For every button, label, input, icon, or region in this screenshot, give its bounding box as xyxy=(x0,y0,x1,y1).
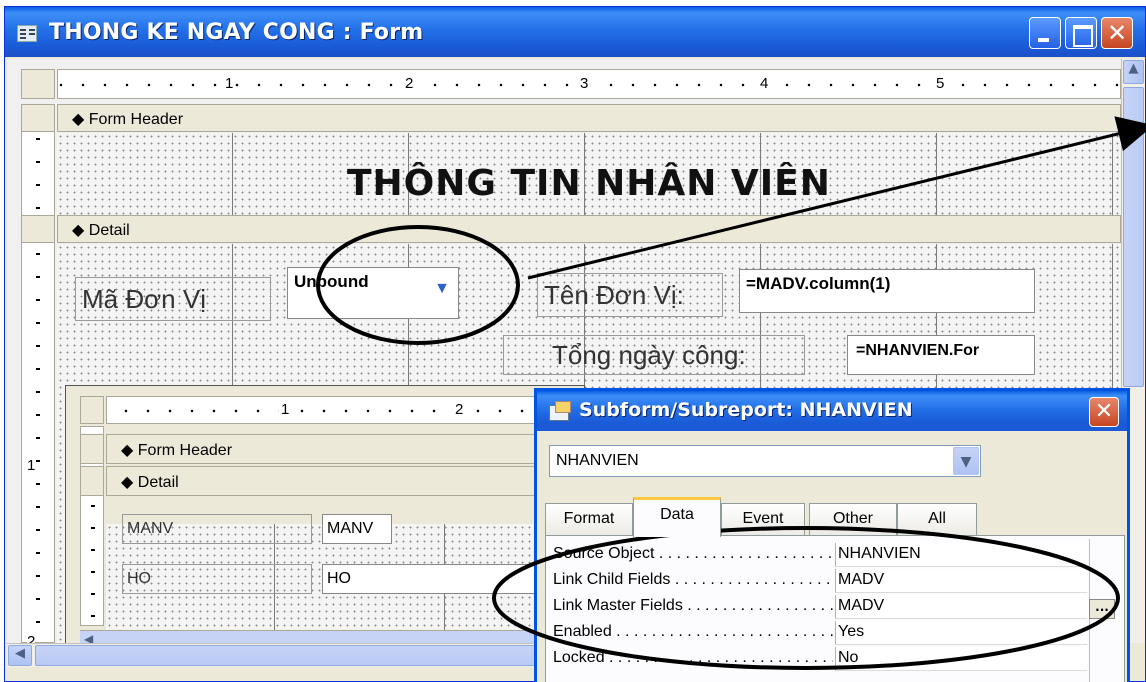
dialog-title: Subform/Subreport: NHANVIEN xyxy=(579,399,913,421)
horizontal-ruler[interactable]: 1 2 3 4 5 xyxy=(57,69,1121,99)
object-selector[interactable]: NHANVIEN ▼ xyxy=(549,445,981,477)
section-selector[interactable] xyxy=(80,466,104,496)
ho-label[interactable]: HO xyxy=(122,564,312,594)
minimize-button[interactable] xyxy=(1029,17,1061,49)
section-marker-icon: ◆ xyxy=(121,442,134,459)
page-title[interactable]: THÔNG TIN NHÂN VIÊN xyxy=(347,163,831,204)
tong-ngay-cong-textbox[interactable]: =NHANVIEN.For xyxy=(847,335,1035,375)
dropdown-icon: ▼ xyxy=(434,280,450,297)
combo-value: Unbound xyxy=(294,272,369,291)
form-header-bar[interactable]: ◆ Form Header xyxy=(57,104,1121,132)
property-value[interactable]: Yes xyxy=(835,621,1087,645)
tab-event[interactable]: Event xyxy=(721,503,805,535)
scroll-left-icon[interactable]: ◀ xyxy=(84,632,93,643)
dialog-title-bar[interactable]: Subform/Subreport: NHANVIEN ✕ xyxy=(537,391,1127,431)
title-bar[interactable]: THONG KE NGAY CONG : Form ✕ xyxy=(5,7,1145,57)
manv-label[interactable]: MANV xyxy=(122,514,312,544)
section-selector[interactable] xyxy=(80,434,104,464)
ruler-mark: 2 xyxy=(27,633,36,643)
ruler-mark: 1 xyxy=(223,75,236,92)
dialog-close-button[interactable]: ✕ xyxy=(1089,397,1119,427)
subform-detail-bar[interactable]: ◆ Detail xyxy=(106,466,584,496)
tab-all[interactable]: All xyxy=(897,503,977,535)
property-row[interactable]: Link Master Fields MADV xyxy=(553,595,1087,619)
subform-header-bar[interactable]: ◆ Form Header xyxy=(106,434,584,464)
section-marker-icon: ◆ xyxy=(72,111,85,128)
property-row[interactable]: Source Object NHANVIEN xyxy=(553,543,1087,567)
close-icon: ✕ xyxy=(1106,19,1128,47)
manv-textbox[interactable]: MANV xyxy=(322,514,392,544)
ruler-mark: 4 xyxy=(758,75,771,92)
builder-button[interactable]: ... xyxy=(1089,599,1115,619)
subform-horizontal-scrollbar[interactable]: ◀ xyxy=(80,630,584,643)
subform-selector[interactable] xyxy=(80,396,104,424)
subform-ruler[interactable]: 1 2 xyxy=(106,396,584,424)
property-name: Link Master Fields xyxy=(553,597,833,615)
chevron-down-icon[interactable]: ▼ xyxy=(953,447,979,475)
ten-don-vi-label[interactable]: Tên Đơn Vị: xyxy=(537,273,723,317)
ruler-mark: 2 xyxy=(453,401,466,418)
property-name: Locked xyxy=(553,649,833,667)
property-sheet-icon xyxy=(549,401,571,421)
detail-label: Detail xyxy=(88,222,130,239)
property-value[interactable]: MADV xyxy=(835,595,1087,619)
form-header-label: Form Header xyxy=(88,111,184,128)
ten-don-vi-textbox[interactable]: =MADV.column(1) xyxy=(739,269,1035,313)
ho-textbox[interactable]: HO xyxy=(322,564,542,594)
property-row[interactable]: Enabled Yes xyxy=(553,621,1087,645)
maximize-button[interactable] xyxy=(1065,17,1097,49)
ruler-mark: 3 xyxy=(578,75,591,92)
ruler-mark: 5 xyxy=(934,75,947,92)
ma-don-vi-label[interactable]: Mã Đơn Vị xyxy=(75,277,271,321)
form-icon xyxy=(17,25,37,42)
form-selector[interactable] xyxy=(21,69,55,99)
scroll-up-icon[interactable]: ▲ xyxy=(1123,60,1144,84)
tab-format[interactable]: Format xyxy=(545,503,633,535)
property-name: Enabled xyxy=(553,623,833,641)
tab-data[interactable]: Data xyxy=(633,497,721,537)
detail-bar[interactable]: ◆ Detail xyxy=(57,215,1121,243)
property-value[interactable]: No xyxy=(835,647,1087,671)
section-marker-icon: ◆ xyxy=(72,222,85,239)
property-value[interactable]: NHANVIEN xyxy=(835,543,1087,567)
tab-other[interactable]: Other xyxy=(809,503,897,535)
property-value[interactable]: MADV xyxy=(835,569,1087,593)
ruler-mark: 1 xyxy=(27,457,36,474)
section-marker-icon: ◆ xyxy=(121,474,134,491)
section-selector[interactable] xyxy=(21,104,55,132)
section-selector[interactable] xyxy=(21,215,55,243)
ruler-mark: 2 xyxy=(403,75,416,92)
window-title: THONG KE NGAY CONG : Form xyxy=(49,20,424,45)
subform-detail-label: Detail xyxy=(137,474,179,491)
close-icon: ✕ xyxy=(1094,399,1114,424)
ruler-mark: 1 xyxy=(279,401,292,418)
tong-ngay-cong-label[interactable]: Tổng ngày công: xyxy=(503,335,805,375)
property-name: Source Object xyxy=(553,545,833,563)
property-name: Link Child Fields xyxy=(553,571,833,589)
unbound-combo[interactable]: Unbound ▼ xyxy=(287,267,459,319)
scroll-thumb[interactable] xyxy=(1123,87,1144,387)
property-row[interactable]: Link Child Fields MADV xyxy=(553,569,1087,593)
property-row[interactable]: Locked No xyxy=(553,647,1087,671)
nhanvien-subform[interactable]: 1 2 ◆ Form Header ◆ Detail MANV MANV HO … xyxy=(65,385,585,643)
property-sheet-dialog: Subform/Subreport: NHANVIEN ✕ NHANVIEN ▼… xyxy=(534,388,1130,682)
close-button[interactable]: ✕ xyxy=(1101,17,1133,49)
subform-header-label: Form Header xyxy=(137,442,233,459)
scroll-left-icon[interactable]: ◀ xyxy=(8,645,32,666)
vertical-ruler[interactable]: 1 2 xyxy=(21,104,55,643)
object-selector-value: NHANVIEN xyxy=(556,452,639,469)
